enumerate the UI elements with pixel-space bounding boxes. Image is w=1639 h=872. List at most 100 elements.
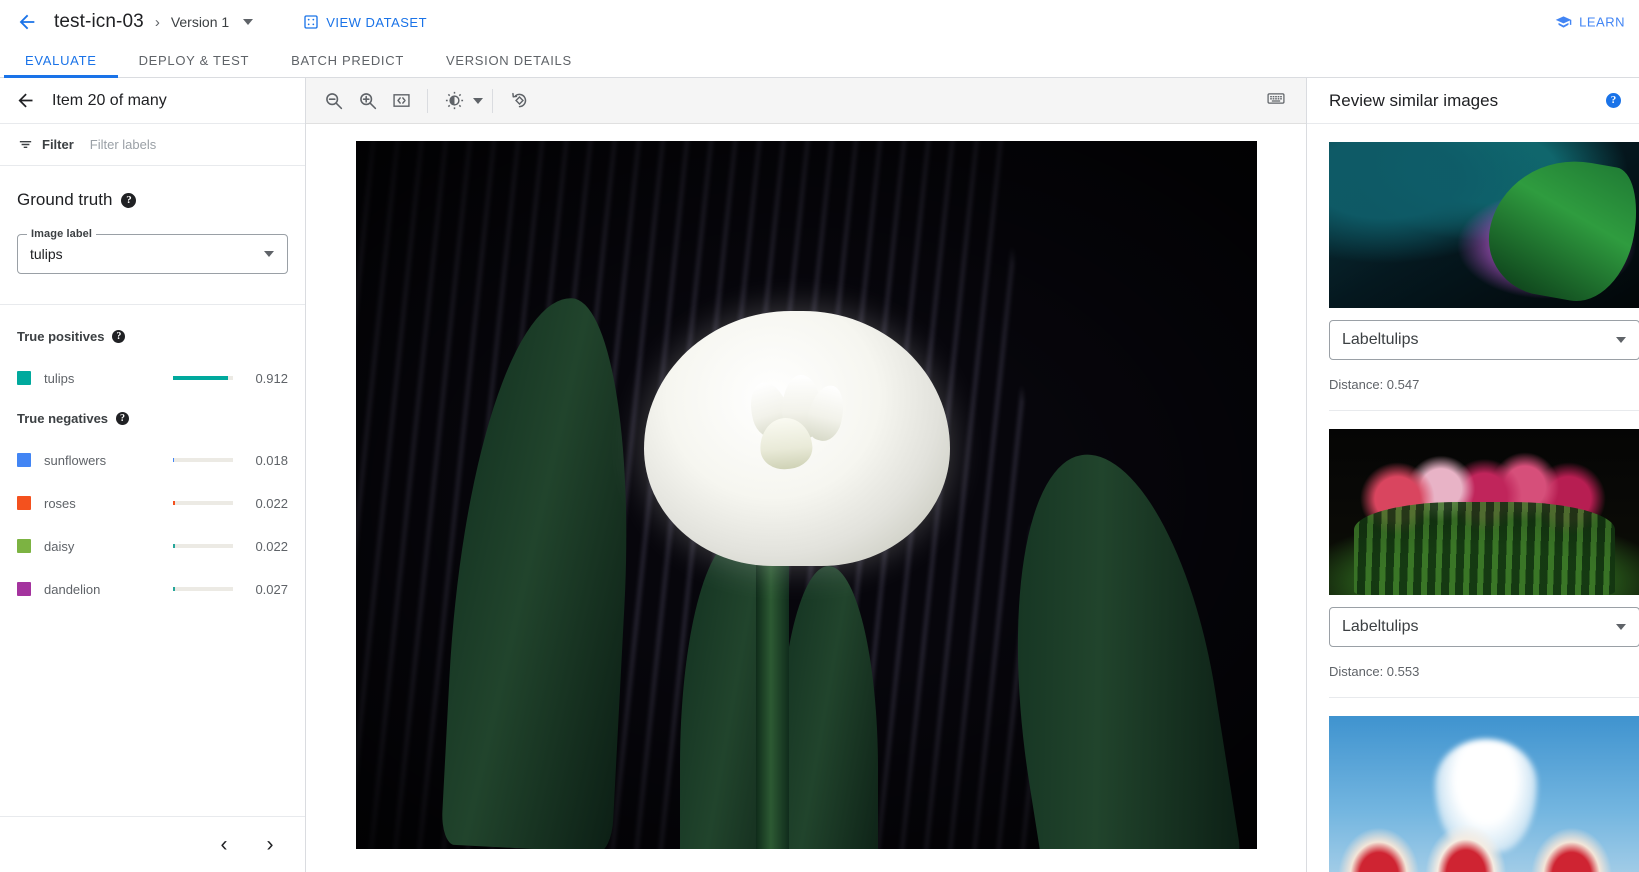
- score-value: 0.027: [246, 582, 288, 597]
- main-body: Item 20 of many Filter Filter labels Gro…: [0, 78, 1639, 872]
- table-row: daisy 0.022: [17, 537, 288, 555]
- true-positives-heading: True positives ?: [17, 329, 288, 344]
- image-stem: [756, 530, 788, 849]
- help-icon[interactable]: ?: [112, 330, 125, 343]
- table-row: roses 0.022: [17, 494, 288, 512]
- similar-image-thumbnail[interactable]: [1329, 429, 1639, 595]
- tab-version-details[interactable]: VERSION DETAILS: [425, 44, 593, 77]
- zoom-in-button[interactable]: [350, 84, 384, 118]
- tab-deploy-and-test[interactable]: DEPLOY & TEST: [118, 44, 271, 77]
- label-color-swatch: [17, 371, 31, 385]
- view-dataset-label: VIEW DATASET: [326, 15, 427, 30]
- next-item-button[interactable]: ›: [253, 828, 287, 862]
- help-icon[interactable]: ?: [121, 193, 136, 208]
- similar-image-thumbnail[interactable]: [1329, 142, 1639, 308]
- list-item: [1329, 698, 1639, 872]
- distance-value: Distance: 0.547: [1329, 377, 1639, 392]
- score-bar: [173, 376, 233, 380]
- brightness-icon: [444, 90, 465, 111]
- toolbar-divider: [492, 89, 493, 113]
- chevron-down-icon: [1616, 624, 1626, 630]
- image-label-legend: Image label: [27, 228, 96, 240]
- fit-to-screen-icon: [391, 90, 412, 111]
- view-dataset-button[interactable]: VIEW DATASET: [303, 14, 427, 30]
- image-label-value: tulips: [30, 246, 63, 262]
- score-bar: [173, 587, 233, 591]
- chevron-down-icon: [1616, 337, 1626, 343]
- filter-input[interactable]: Filter labels: [90, 137, 156, 152]
- item-counter-title: Item 20 of many: [52, 92, 167, 110]
- brightness-chevron-down-icon[interactable]: [473, 98, 483, 104]
- tab-evaluate[interactable]: EVALUATE: [4, 44, 118, 77]
- image-canvas[interactable]: [306, 124, 1306, 872]
- score-bar-fill: [173, 376, 228, 380]
- label-color-swatch: [17, 539, 31, 553]
- score-value: 0.912: [246, 371, 288, 386]
- similar-label-legend: Label: [1342, 618, 1381, 636]
- similar-images-list[interactable]: Label tulips Distance: 0.547 Label tulip…: [1307, 124, 1639, 872]
- previous-item-button[interactable]: ‹: [207, 828, 241, 862]
- reset-rotation-button[interactable]: [502, 84, 536, 118]
- left-sidebar: Item 20 of many Filter Filter labels Gro…: [0, 78, 306, 872]
- zoom-out-icon: [323, 90, 344, 111]
- table-row: dandelion 0.027: [17, 580, 288, 598]
- image-viewer: [306, 78, 1306, 872]
- score-bar-fill: [173, 501, 175, 505]
- label-name: roses: [44, 496, 173, 511]
- panel-title: Review similar images: [1329, 91, 1498, 111]
- brightness-button[interactable]: [437, 84, 471, 118]
- version-chevron-down-icon[interactable]: [243, 19, 253, 25]
- label-color-swatch: [17, 453, 31, 467]
- score-bar: [173, 544, 233, 548]
- reset-rotation-icon: [509, 90, 530, 111]
- help-icon[interactable]: ?: [116, 412, 129, 425]
- zoom-in-icon: [357, 90, 378, 111]
- distance-value: Distance: 0.553: [1329, 664, 1639, 679]
- sidebar-pagination: ‹ ›: [0, 816, 305, 872]
- zoom-out-button[interactable]: [316, 84, 350, 118]
- learn-button[interactable]: LEARN: [1555, 14, 1625, 31]
- learn-label: LEARN: [1579, 15, 1625, 30]
- filter-bar[interactable]: Filter Filter labels: [0, 124, 305, 166]
- list-item: Label tulips Distance: 0.553: [1329, 411, 1639, 698]
- chevron-down-icon: [264, 251, 274, 257]
- similar-images-panel: Review similar images ? Label tulips Dis…: [1306, 78, 1639, 872]
- true-negatives-heading: True negatives ?: [17, 411, 288, 426]
- fit-to-screen-button[interactable]: [384, 84, 418, 118]
- model-name: test-icn-03: [54, 11, 144, 33]
- similar-images-header: Review similar images ?: [1307, 78, 1639, 124]
- app-root: test-icn-03 › Version 1 VIEW DATASET LEA…: [0, 0, 1639, 872]
- score-value: 0.018: [246, 453, 288, 468]
- back-button[interactable]: [10, 5, 44, 39]
- similar-label-legend: Label: [1342, 331, 1381, 349]
- ground-truth-label: Ground truth: [17, 190, 112, 210]
- score-value: 0.022: [246, 496, 288, 511]
- main-image[interactable]: [356, 141, 1257, 849]
- viewer-toolbar: [306, 78, 1306, 124]
- sidebar-back-button[interactable]: [8, 84, 42, 118]
- graduation-cap-icon: [1555, 14, 1572, 31]
- table-row: sunflowers 0.018: [17, 451, 288, 469]
- label-color-swatch: [17, 582, 31, 596]
- image-label-select[interactable]: Image label tulips: [17, 234, 288, 274]
- table-row: tulips 0.912: [17, 369, 288, 387]
- label-name: tulips: [44, 371, 173, 386]
- sidebar-header: Item 20 of many: [0, 78, 305, 124]
- filter-list-icon: [17, 136, 34, 153]
- tab-batch-predict[interactable]: BATCH PREDICT: [270, 44, 425, 77]
- similar-label-select[interactable]: Label tulips: [1329, 607, 1639, 647]
- help-icon[interactable]: ?: [1606, 93, 1621, 108]
- sidebar-content: Ground truth ? Image label tulips True p…: [0, 166, 305, 816]
- score-bar-fill: [173, 544, 175, 548]
- version-name: Version 1: [171, 14, 229, 30]
- label-name: sunflowers: [44, 453, 173, 468]
- similar-image-thumbnail[interactable]: [1329, 716, 1639, 872]
- similar-label-select[interactable]: Label tulips: [1329, 320, 1639, 360]
- arrow-back-icon: [15, 90, 36, 111]
- keyboard-shortcuts-button[interactable]: [1266, 88, 1286, 113]
- true-negatives-label: True negatives: [17, 411, 108, 426]
- label-name: daisy: [44, 539, 173, 554]
- ground-truth-heading: Ground truth ?: [17, 190, 288, 210]
- chevron-right-icon: ›: [267, 834, 274, 855]
- list-item: Label tulips Distance: 0.547: [1329, 124, 1639, 411]
